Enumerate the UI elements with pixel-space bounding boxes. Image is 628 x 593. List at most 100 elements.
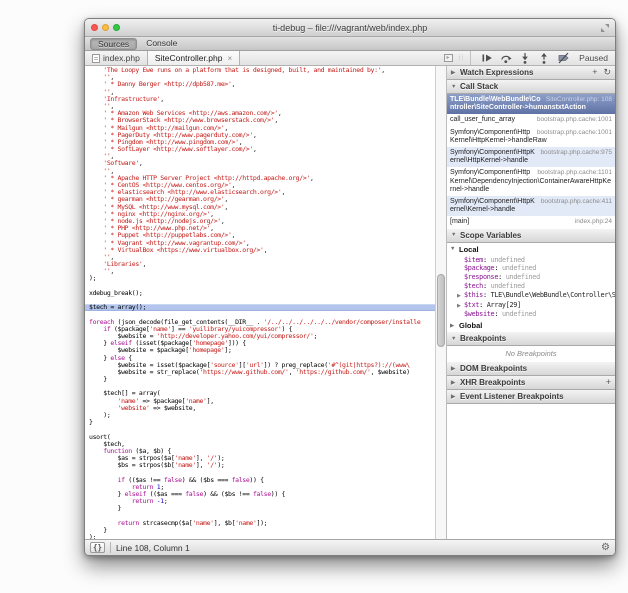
minimize-window-button[interactable]: [102, 24, 109, 31]
frame-location: bootstrap.php.cache:411: [541, 198, 612, 206]
status-divider: [110, 542, 111, 553]
scope-variable[interactable]: $tech: undefined: [447, 282, 615, 291]
add-watch-button[interactable]: +: [592, 68, 597, 77]
scrollbar-thumb[interactable]: [437, 274, 445, 347]
code-line[interactable]: return strcasecmp($a['name'], $b['name']…: [85, 520, 435, 527]
scope-variable[interactable]: $website: undefined: [447, 310, 615, 319]
call-stack-frame-selected[interactable]: SiteController.php: 108TLE\Bundle\WebBun…: [447, 94, 615, 114]
code-line[interactable]: [85, 426, 435, 433]
code-line[interactable]: }: [85, 505, 435, 512]
add-xhr-breakpoint-button[interactable]: +: [606, 378, 611, 387]
dom-breakpoints-header[interactable]: ▶ DOM Breakpoints: [447, 362, 615, 376]
section-title: XHR Breakpoints: [460, 378, 525, 387]
scope-global-row[interactable]: ▶ Global: [447, 319, 615, 332]
variable-name: $response: [464, 273, 498, 281]
section-title: Breakpoints: [460, 334, 506, 343]
code-line[interactable]: );: [85, 275, 435, 282]
variable-value: undefined: [506, 273, 540, 281]
debugger-status: Paused: [579, 51, 615, 65]
frame-function-name: Symfony\Component\HttpKernel\HttpKernel-…: [450, 149, 535, 164]
code-line[interactable]: ' * VirtualBox <https://www.virtualbox.o…: [85, 247, 435, 254]
call-stack-frame[interactable]: bootstrap.php.cache:1101Symfony\Componen…: [447, 167, 615, 196]
file-tab-sitecontroller-php[interactable]: SiteController.php ×: [147, 51, 240, 65]
disclosure-collapsed-icon[interactable]: ▶: [457, 302, 464, 311]
code-line[interactable]: usort(: [85, 434, 435, 441]
debugger-controls: [471, 51, 579, 65]
current-execution-line[interactable]: $tech = array();: [85, 304, 435, 311]
scope-variable[interactable]: $item: undefined: [447, 256, 615, 265]
code-line[interactable]: );: [85, 412, 435, 419]
scope-variable[interactable]: $package: undefined: [447, 264, 615, 273]
watch-expressions-header[interactable]: ▶ Watch Expressions + ↻: [447, 66, 615, 80]
step-over-button[interactable]: [498, 52, 514, 64]
disclosure-collapsed-icon: ▶: [451, 394, 457, 400]
code-line[interactable]: 'The Loopy Ewe runs on a platform that i…: [85, 67, 435, 74]
sidebar-empty-area: [447, 404, 615, 539]
call-stack-frame[interactable]: bootstrap.php.cache:975 Symfony\Component…: [447, 147, 615, 167]
code-line[interactable]: }: [85, 419, 435, 426]
code-line[interactable]: ' * SoftLayer <http://www.softlayer.com/…: [85, 146, 435, 153]
code-line[interactable]: );: [85, 534, 435, 539]
editor-scrollbar[interactable]: [435, 66, 447, 539]
code-line[interactable]: 'Infrastructure',: [85, 96, 435, 103]
disclosure-collapsed-icon: ▶: [451, 366, 457, 372]
disclosure-collapsed-icon[interactable]: ▶: [457, 292, 464, 301]
code-line[interactable]: '',: [85, 268, 435, 275]
paused-label: Paused: [579, 53, 608, 63]
pretty-print-button[interactable]: {}: [90, 542, 105, 553]
code-line[interactable]: ' * Danny Berger <http://dpb587.me>',: [85, 81, 435, 88]
event-listener-breakpoints-header[interactable]: ▶ Event Listener Breakpoints: [447, 390, 615, 404]
file-tab-index-php[interactable]: index.php: [85, 51, 147, 65]
title-bar[interactable]: ti-debug – file:///vagrant/web/index.php: [85, 19, 615, 37]
code-line[interactable]: xdebug_break();: [85, 290, 435, 297]
frame-location: bootstrap.php.cache:975: [540, 149, 612, 157]
zoom-window-button[interactable]: [113, 24, 120, 31]
scope-variable[interactable]: ▶$this: TLE\Bundle\WebBundle\Controller\…: [447, 291, 615, 301]
code-line[interactable]: return -1;: [85, 498, 435, 505]
tab-console[interactable]: Console: [139, 38, 184, 49]
code-line[interactable]: 'website' => $website,: [85, 405, 435, 412]
call-stack-frame[interactable]: bootstrap.php.cache:1001call_user_func_a…: [447, 114, 615, 126]
code-line[interactable]: 'Software',: [85, 160, 435, 167]
window-title: ti-debug – file:///vagrant/web/index.php: [273, 23, 428, 33]
variable-value: undefined: [502, 264, 536, 272]
close-window-button[interactable]: [91, 24, 98, 31]
window-controls: [91, 24, 120, 31]
code-line[interactable]: $bs = strpos($b['name'], '/');: [85, 462, 435, 469]
scope-variables-header[interactable]: ▼ Scope Variables: [447, 229, 615, 243]
settings-gear-icon[interactable]: ⚙: [601, 543, 610, 553]
resume-button[interactable]: [479, 52, 495, 64]
close-tab-icon[interactable]: ×: [227, 54, 232, 63]
fullscreen-icon[interactable]: [600, 23, 610, 33]
variable-name: $website: [464, 310, 494, 318]
refresh-watch-button[interactable]: ↻: [603, 68, 611, 77]
code-line[interactable]: }: [85, 527, 435, 534]
disclosure-collapsed-icon: ▶: [451, 70, 457, 76]
breakpoints-header[interactable]: ▼ Breakpoints: [447, 332, 615, 346]
variable-name: $package: [464, 264, 494, 272]
scope-variable[interactable]: $response: undefined: [447, 273, 615, 282]
xhr-breakpoints-header[interactable]: ▶ XHR Breakpoints +: [447, 376, 615, 390]
code-line[interactable]: $website = $package['homepage'];: [85, 347, 435, 354]
tab-overflow-icon[interactable]: ▸: [444, 54, 453, 62]
step-into-button[interactable]: [517, 52, 533, 64]
panel-tab-strip: Sources Console: [85, 37, 615, 51]
tab-sources[interactable]: Sources: [90, 38, 137, 50]
code-line[interactable]: $website = str_replace('https://www.gith…: [85, 369, 435, 376]
no-breakpoints-message: No Breakpoints: [447, 346, 615, 362]
disclosure-expanded-icon: ▼: [451, 336, 457, 342]
step-out-button[interactable]: [536, 52, 552, 64]
call-stack-header[interactable]: ▼ Call Stack: [447, 80, 615, 94]
call-stack-frame[interactable]: bootstrap.php.cache:411Symfony\Component…: [447, 196, 615, 216]
call-stack-frame[interactable]: bootstrap.php.cache:1001Symfony\Componen…: [447, 127, 615, 147]
variable-separator: :: [483, 291, 491, 299]
scope-local-row[interactable]: ▼ Local: [447, 243, 615, 256]
code-editor[interactable]: 'The Loopy Ewe runs on a platform that i…: [85, 66, 435, 539]
code-line[interactable]: }: [85, 376, 435, 383]
call-stack-frame[interactable]: index.php:24[main]: [447, 216, 615, 228]
variable-name: $txt: [464, 301, 479, 309]
tab-bar-spacer: [240, 51, 437, 65]
toggle-breakpoints-button[interactable]: [555, 52, 571, 64]
code-line[interactable]: 'Libraries',: [85, 261, 435, 268]
scope-variable[interactable]: ▶$txt: Array[29]: [447, 301, 615, 311]
